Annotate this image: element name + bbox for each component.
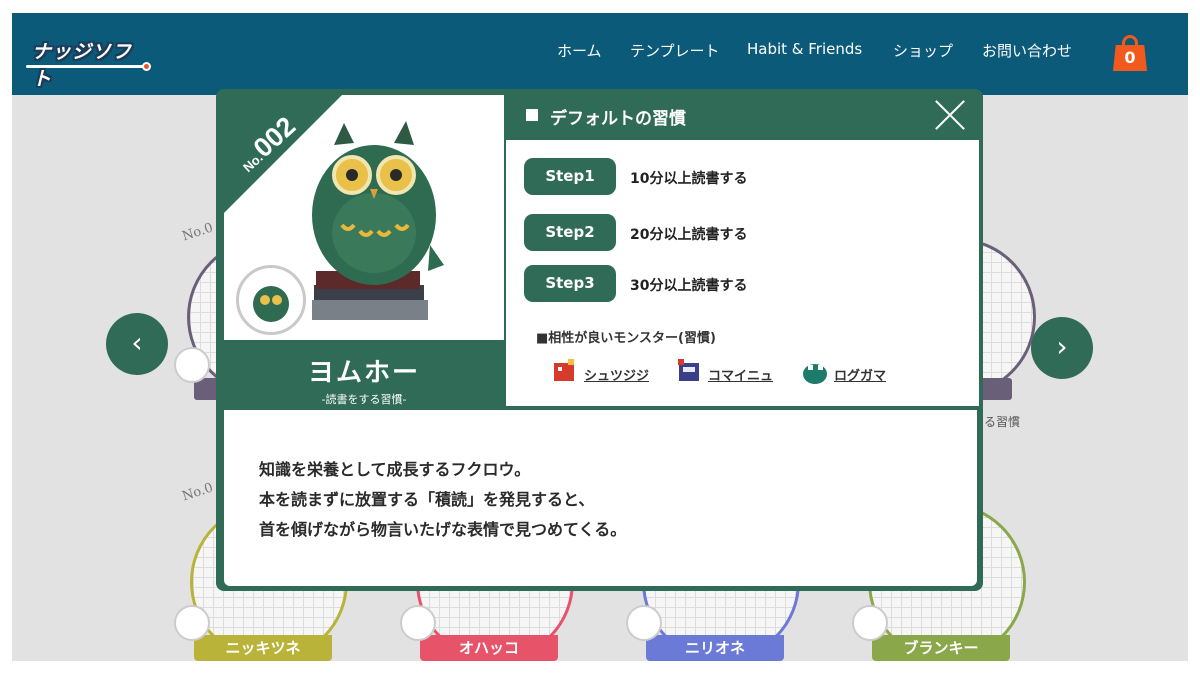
friend-name: ログガマ bbox=[834, 369, 887, 384]
nav-habit-friends[interactable]: Habit & Friends bbox=[747, 40, 862, 58]
red-dragon-icon bbox=[554, 359, 574, 381]
bg-card-mini-icon bbox=[626, 605, 662, 641]
step-text: 20分以上読書する bbox=[630, 227, 748, 243]
page-frame: ナッジソフト ホーム テンプレート Habit & Friends ショップ お… bbox=[12, 13, 1188, 661]
step-badge: Step1 bbox=[524, 158, 616, 195]
description-line: 知識を栄養として成長するフクロウ。 bbox=[259, 460, 531, 479]
nav-home[interactable]: ホーム bbox=[557, 40, 602, 61]
monster-mini-icon bbox=[236, 265, 306, 335]
chevron-right-icon: › bbox=[1056, 330, 1068, 363]
friend-name: シュツジジ bbox=[584, 369, 650, 384]
bg-card-number: No.0 bbox=[180, 220, 215, 245]
next-arrow-button[interactable]: › bbox=[1031, 317, 1093, 379]
bg-card-label[interactable]: ブランキー bbox=[872, 635, 1010, 661]
monster-detail-modal: No.002 ヨムホー -読書をする習慣- デフォルトの習慣 Step1 10分… bbox=[216, 89, 983, 591]
cart-button[interactable]: 0 bbox=[1113, 35, 1149, 71]
section-bullet-icon bbox=[526, 109, 538, 121]
bg-card-mini-icon bbox=[174, 347, 210, 383]
site-logo[interactable]: ナッジソフト bbox=[26, 35, 151, 90]
step-text: 10分以上読書する bbox=[630, 171, 748, 187]
step-text: 30分以上読書する bbox=[630, 278, 748, 294]
monster-name-block: ヨムホー -読書をする習慣- bbox=[224, 340, 504, 410]
bg-card-mini-icon bbox=[852, 605, 888, 641]
steps-panel: Step1 10分以上読書する Step2 20分以上読書する Step3 30… bbox=[506, 140, 979, 406]
monster-name: ヨムホー bbox=[307, 358, 420, 388]
owl-monster-image bbox=[312, 121, 444, 320]
bg-card-tag: る習慣 bbox=[984, 415, 1021, 429]
close-button[interactable] bbox=[934, 99, 966, 131]
chevron-left-icon: ‹ bbox=[131, 326, 143, 359]
description-line: 本を読まずに放置する「積読」を発見すると、 bbox=[259, 490, 595, 509]
armored-creature-icon bbox=[678, 359, 699, 381]
nav-contact[interactable]: お問い合わせ bbox=[982, 40, 1072, 61]
nav-shop[interactable]: ショップ bbox=[893, 40, 953, 61]
bg-card-label[interactable]: ニリオネ bbox=[646, 635, 784, 661]
green-frog-icon bbox=[803, 364, 827, 384]
nav-templates[interactable]: テンプレート bbox=[630, 40, 720, 61]
monster-subtitle: -読書をする習慣- bbox=[321, 393, 407, 406]
friend-name: コマイニュ bbox=[708, 369, 774, 384]
bg-card-mini-icon bbox=[400, 605, 436, 641]
prev-arrow-button[interactable]: ‹ bbox=[106, 313, 168, 375]
bg-card-number: No.0 bbox=[180, 480, 215, 505]
logo-underline bbox=[26, 65, 144, 68]
compatible-monsters-title: ■相性が良いモンスター(習慣) bbox=[536, 331, 716, 346]
bg-card-label[interactable]: オハッコ bbox=[420, 635, 558, 661]
monster-portrait: No.002 bbox=[224, 95, 504, 340]
site-header: ナッジソフト ホーム テンプレート Habit & Friends ショップ お… bbox=[12, 13, 1188, 95]
owl-mini-icon bbox=[253, 286, 289, 322]
section-title: デフォルトの習慣 bbox=[550, 109, 686, 129]
logo-dot bbox=[142, 62, 151, 71]
bg-card-mini-icon bbox=[174, 605, 210, 641]
logo-text: ナッジソフト bbox=[32, 41, 133, 90]
bg-card-label[interactable]: ニッキツネ bbox=[194, 635, 332, 661]
description-line: 首を傾げながら物言いたげな表情で見つめてくる。 bbox=[259, 520, 627, 539]
step-badge: Step2 bbox=[524, 214, 616, 251]
cart-count: 0 bbox=[1124, 48, 1136, 67]
description-panel: 知識を栄養として成長するフクロウ。 本を読まずに放置する「積読」を発見すると、 … bbox=[224, 410, 977, 586]
step-badge: Step3 bbox=[524, 265, 616, 302]
section-header: デフォルトの習慣 bbox=[516, 95, 976, 135]
